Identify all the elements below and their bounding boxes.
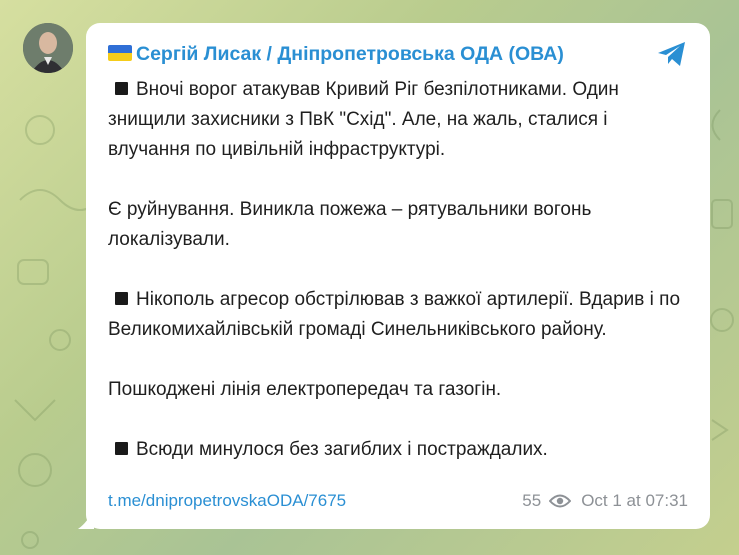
black-square-bullet-icon xyxy=(115,82,128,95)
message-footer: t.me/dnipropetrovskaODA/7675 55 Oct 1 at… xyxy=(108,491,688,511)
message-timestamp: Oct 1 at 07:31 xyxy=(581,491,688,510)
paragraph-5: Всюди минулося без загиблих і постраждал… xyxy=(108,435,688,465)
avatar-photo xyxy=(23,23,73,73)
paragraph-1-text: Вночі ворог атакував Кривий Ріг безпілот… xyxy=(108,79,619,160)
telegram-share-icon[interactable] xyxy=(656,40,688,68)
paragraph-2: Є руйнування. Виникла пожежа – рятувальн… xyxy=(108,195,688,255)
paragraph-3-text: Нікополь агресор обстрілював з важкої ар… xyxy=(108,289,681,340)
channel-name[interactable]: Сергій Лисак / Дніпропетровська ОДА (ОВА… xyxy=(136,43,564,66)
post-link[interactable]: t.me/dnipropetrovskaODA/7675 xyxy=(108,491,346,511)
paragraph-4-text: Пошкоджені лінія електропередач та газог… xyxy=(108,379,502,400)
channel-avatar[interactable] xyxy=(23,23,73,73)
ukraine-flag-icon xyxy=(108,45,132,61)
message-bubble: Сергій Лисак / Дніпропетровська ОДА (ОВА… xyxy=(86,23,710,529)
view-count: 55 xyxy=(522,491,542,510)
black-square-bullet-icon xyxy=(115,292,128,305)
paragraph-1: Вночі ворог атакував Кривий Ріг безпілот… xyxy=(108,75,688,165)
paragraph-2-text: Є руйнування. Виникла пожежа – рятувальн… xyxy=(108,199,592,250)
black-square-bullet-icon xyxy=(115,442,128,455)
message-meta: 55 Oct 1 at 07:31 xyxy=(522,491,688,511)
message-header: Сергій Лисак / Дніпропетровська ОДА (ОВА… xyxy=(108,41,688,67)
message-text: Вночі ворог атакував Кривий Ріг безпілот… xyxy=(108,75,688,465)
paragraph-4: Пошкоджені лінія електропередач та газог… xyxy=(108,375,688,405)
paragraph-3: Нікополь агресор обстрілював з важкої ар… xyxy=(108,285,688,345)
paragraph-5-text: Всюди минулося без загиблих і постраждал… xyxy=(136,439,548,460)
eye-icon xyxy=(549,494,572,508)
